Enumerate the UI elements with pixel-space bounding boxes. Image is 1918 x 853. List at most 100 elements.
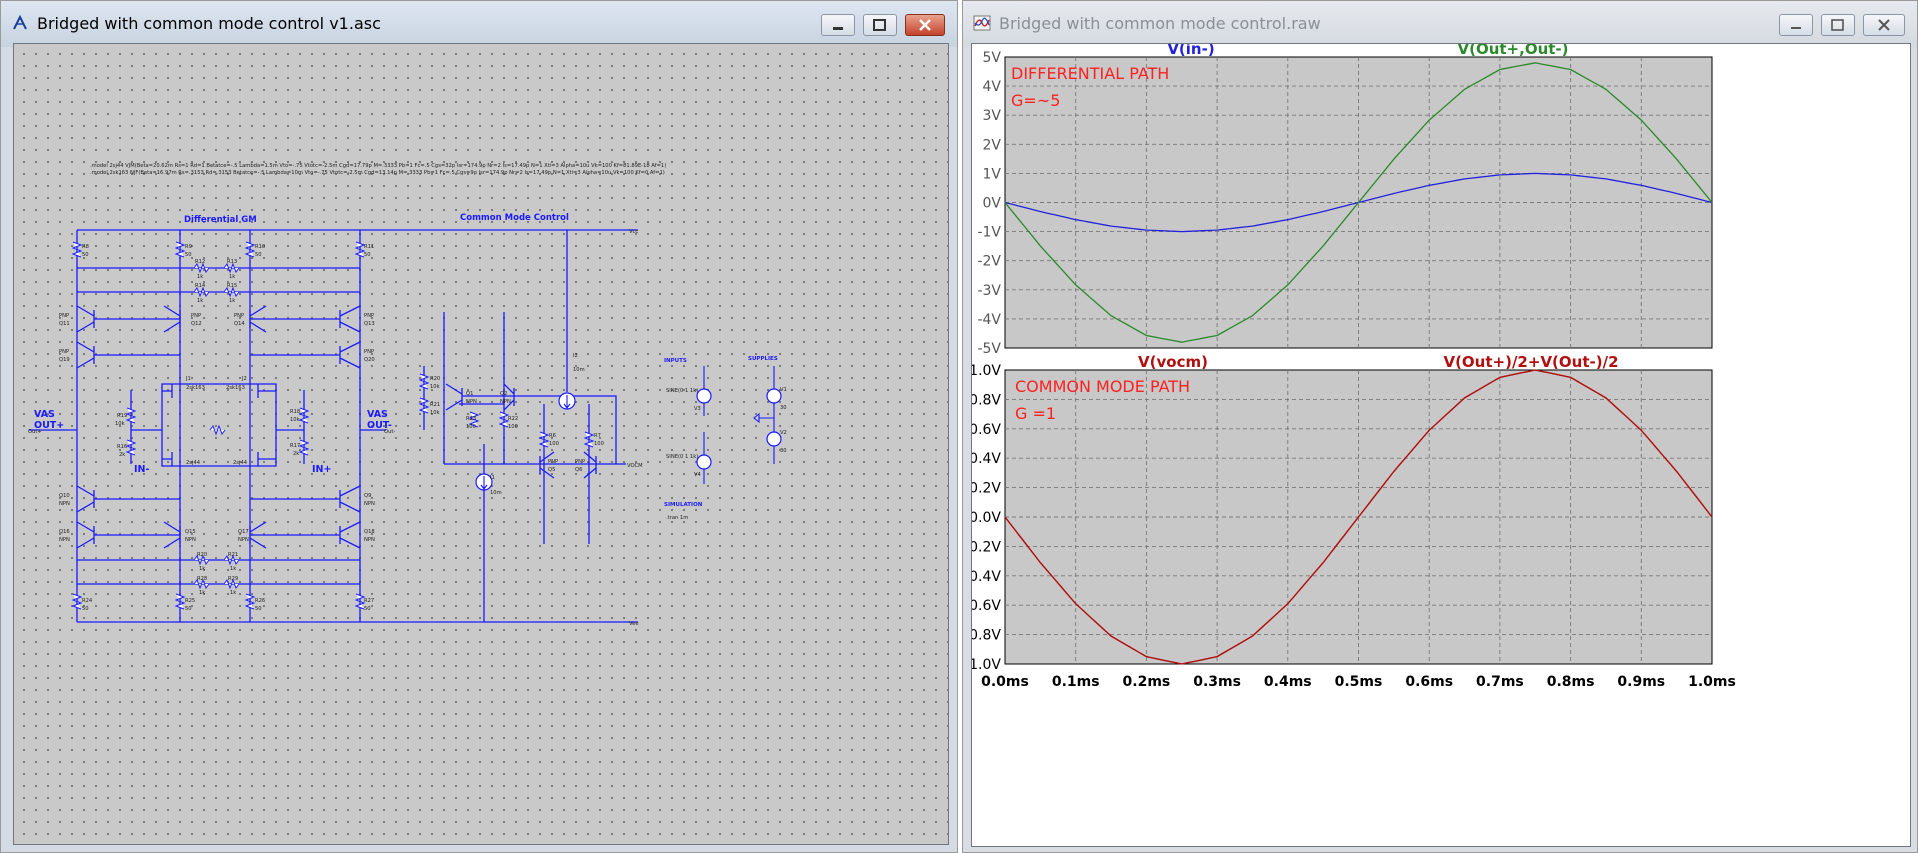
schematic-drawing: .model 2sj44 VJM(Beta=20.62m Rs=1 Rd=1 B… (28, 163, 787, 627)
label-r11: R11 (364, 244, 374, 250)
label-r12: R12 (195, 259, 205, 265)
label-v1-val: 30 (780, 405, 787, 411)
label-r6: R6 (549, 433, 556, 439)
label-common-mode-control: Common Mode Control (460, 213, 569, 223)
label-r15: R15 (227, 283, 237, 289)
label-r10-val: 50 (255, 252, 262, 258)
label-j4-type: 2sj44 (233, 460, 248, 466)
label-tran: .tran 1m (666, 515, 688, 521)
waveform-maximize-button[interactable] (1821, 14, 1855, 36)
label-r9: R9 (185, 244, 192, 250)
label-r16-val: 2k (119, 452, 125, 458)
label-r21: R21 (228, 552, 238, 558)
label-vcc: Vcc (629, 229, 638, 235)
label-q11: Q11 (59, 321, 70, 327)
maximize-button[interactable] (863, 14, 897, 36)
y-tick-label: 0V (983, 196, 1002, 212)
schematic-titlebar[interactable]: Bridged with common mode control v1.asc (1, 1, 957, 47)
label-r28: R28 (197, 576, 207, 582)
label-r23-val: 100 (466, 424, 476, 430)
y-tick-label: -4V (977, 312, 1001, 328)
waveform-window[interactable]: Bridged with common mode control.raw 5V 4… (962, 0, 1918, 853)
y-tick-label: 2V (983, 137, 1002, 153)
y-tick-label: -0.8V (972, 628, 1001, 644)
label-r26-val: 50 (255, 606, 262, 612)
label-q18-type: NPN (364, 537, 375, 543)
y-tick-label: 4V (983, 79, 1002, 95)
x-tick-label: 0.8ms (1547, 674, 1595, 690)
trace-legend-label[interactable]: V(Out+,Out-) (1457, 44, 1568, 58)
x-tick-label: 0.6ms (1405, 674, 1453, 690)
label-r29: R29 (228, 576, 238, 582)
label-i2: I2 (573, 353, 578, 359)
waveform-plot[interactable]: 5V 4V 3V 2V 1V 0V -1V -2V -3V -4V -5V V(in-) V(Out+,… (972, 44, 1911, 847)
label-r12-val: 1k (197, 274, 203, 280)
schematic-window[interactable]: Bridged with common mode control v1.asc … (0, 0, 958, 853)
waveform-close-button[interactable] (1863, 14, 1905, 36)
label-j2-type: 2sk163 (226, 385, 245, 391)
label-q9: Q9 (364, 493, 371, 499)
label-q10: Q10 (59, 493, 70, 499)
pane-annotation: COMMON MODE PATH (1015, 377, 1190, 396)
label-q20-type: PNP (364, 349, 374, 355)
label-r21b-val: 10k (430, 410, 440, 416)
minimize-icon (833, 27, 843, 30)
label-q13-type: PNP (364, 313, 374, 319)
minimize-icon (1791, 27, 1801, 29)
x-tick-label: 0.7ms (1476, 674, 1524, 690)
label-q10-type: NPN (59, 501, 70, 507)
label-vocm: VOCM (627, 463, 643, 469)
label-q13: Q13 (364, 321, 375, 327)
label-q18: Q18 (364, 529, 375, 535)
label-r25: R25 (185, 598, 195, 604)
label-r19-val: 10k (115, 421, 125, 427)
y-tick-label: -0.4V (972, 569, 1001, 585)
label-q11-type: PNP (59, 313, 69, 319)
label-in-plus: IN+ (312, 464, 331, 475)
label-r27: R27 (364, 598, 374, 604)
label-q20: Q20 (364, 357, 375, 363)
schematic-canvas[interactable]: .model 2sj44 VJM(Beta=20.62m Rs=1 Rd=1 B… (13, 43, 949, 845)
label-in-minus: IN- (134, 464, 149, 475)
label-vas-out-minus: VAS (367, 409, 388, 420)
label-r21b: R21 (430, 402, 440, 408)
label-v2-val: 30 (780, 448, 787, 454)
label-r25-val: 50 (185, 606, 192, 612)
pane-differential[interactable]: 5V 4V 3V 2V 1V 0V -1V -2V -3V -4V -5V V(in-) V(Out+,… (977, 44, 1713, 357)
pane-annotation: DIFFERENTIAL PATH (1011, 64, 1169, 83)
trace-legend-label[interactable]: V(in-) (1167, 44, 1214, 58)
label-q5-type: PNP (548, 459, 558, 465)
label-r18: R18 (290, 409, 300, 415)
minimize-button[interactable] (821, 14, 855, 36)
label-q2: Q2 (500, 391, 507, 397)
label-r22: R22 (508, 416, 518, 422)
label-q14: Q14 (234, 321, 245, 327)
label-v1: V1 (780, 387, 787, 393)
label-r11-val: 50 (364, 252, 371, 258)
waveform-app-icon (973, 15, 991, 31)
plot-area[interactable]: 5V 4V 3V 2V 1V 0V -1V -2V -3V -4V -5V V(in-) V(Out+,… (971, 43, 1911, 847)
label-j2: J2 (241, 376, 247, 382)
trace-legend-label[interactable]: V(vocm) (1138, 353, 1208, 371)
label-r15-val: 1k (229, 298, 235, 304)
label-j1: J1 (185, 376, 191, 382)
label-r20: R20 (197, 552, 207, 558)
close-button[interactable] (905, 14, 945, 36)
y-tick-label: 3V (983, 108, 1002, 124)
label-r8: R8 (82, 244, 89, 250)
model-line-2: .model 2sk163 NJF(Beta=16.97m Rs=.3153 R… (90, 170, 665, 176)
waveform-titlebar[interactable]: Bridged with common mode control.raw (963, 1, 1917, 47)
x-tick-label: 0.4ms (1264, 674, 1312, 690)
label-r13-val: 1k (229, 274, 235, 280)
x-tick-label: 0.2ms (1123, 674, 1171, 690)
label-q6: Q6 (575, 467, 582, 473)
waveform-minimize-button[interactable] (1779, 14, 1813, 36)
pane-common-mode[interactable]: 1.0V 0.8V 0.6V 0.4V 0.2V 0.0V -0.2V -0.4V -0.6V -… (972, 353, 1713, 673)
y-tick-label: 0.6V (972, 422, 1001, 438)
pane-annotation: G =1 (1015, 404, 1056, 423)
label-v2: V2 (780, 430, 787, 436)
close-icon (1878, 19, 1890, 31)
trace-legend-label[interactable]: V(Out+)/2+V(Out-)/2 (1443, 353, 1618, 371)
label-q17: Q17 (238, 529, 249, 535)
label-r7: R7 (594, 433, 601, 439)
